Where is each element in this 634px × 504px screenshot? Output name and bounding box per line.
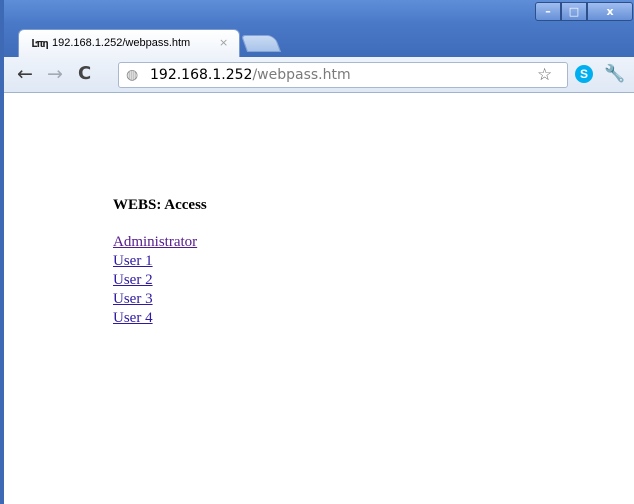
page-info-globe-icon[interactable]: ◍ (126, 67, 138, 83)
url-text[interactable]: 192.168.1.252/webpass.htm (150, 66, 351, 84)
access-link-list: Administrator User 1 User 2 User 3 User … (113, 233, 197, 328)
minimize-button[interactable]: – (535, 2, 561, 21)
title-bar: Ŀπη 192.168.1.252/webpass.htm × – □ x (4, 0, 634, 57)
url-path: /webpass.htm (252, 67, 351, 83)
reload-icon[interactable]: C (78, 63, 91, 85)
wrench-menu-icon[interactable]: 🔧 (604, 63, 625, 85)
user-3-link[interactable]: User 3 (113, 291, 153, 307)
user-2-link[interactable]: User 2 (113, 272, 153, 288)
list-item: Administrator (113, 233, 197, 252)
new-tab-button[interactable] (240, 35, 282, 52)
window-controls: – □ x (535, 2, 634, 23)
list-item: User 1 (113, 252, 197, 271)
site-favicon-icon: Ŀπη (31, 37, 49, 50)
list-item: User 2 (113, 271, 197, 290)
user-1-link[interactable]: User 1 (113, 253, 153, 269)
list-item: User 3 (113, 290, 197, 309)
list-item: User 4 (113, 309, 197, 328)
browser-tab[interactable]: Ŀπη 192.168.1.252/webpass.htm × (18, 29, 240, 57)
page-heading: WEBS: Access (113, 197, 207, 213)
skype-extension-icon[interactable]: S (575, 65, 593, 83)
maximize-button[interactable]: □ (561, 2, 587, 21)
forward-arrow-icon[interactable]: → (47, 63, 63, 85)
browser-toolbar: ← → C ◍ 192.168.1.252/webpass.htm ☆ S 🔧 (4, 57, 634, 93)
page-content: WEBS: Access Administrator User 1 User 2… (4, 93, 634, 504)
close-window-button[interactable]: x (587, 2, 633, 21)
tab-close-icon[interactable]: × (219, 36, 228, 49)
back-arrow-icon[interactable]: ← (17, 63, 33, 85)
url-host: 192.168.1.252 (150, 67, 253, 83)
user-4-link[interactable]: User 4 (113, 310, 153, 326)
tab-title: 192.168.1.252/webpass.htm (52, 37, 191, 49)
bookmark-star-icon[interactable]: ☆ (537, 65, 552, 85)
administrator-link[interactable]: Administrator (113, 234, 197, 250)
browser-window: Ŀπη 192.168.1.252/webpass.htm × – □ x ← … (0, 0, 634, 504)
address-bar[interactable]: ◍ 192.168.1.252/webpass.htm ☆ (118, 62, 568, 88)
